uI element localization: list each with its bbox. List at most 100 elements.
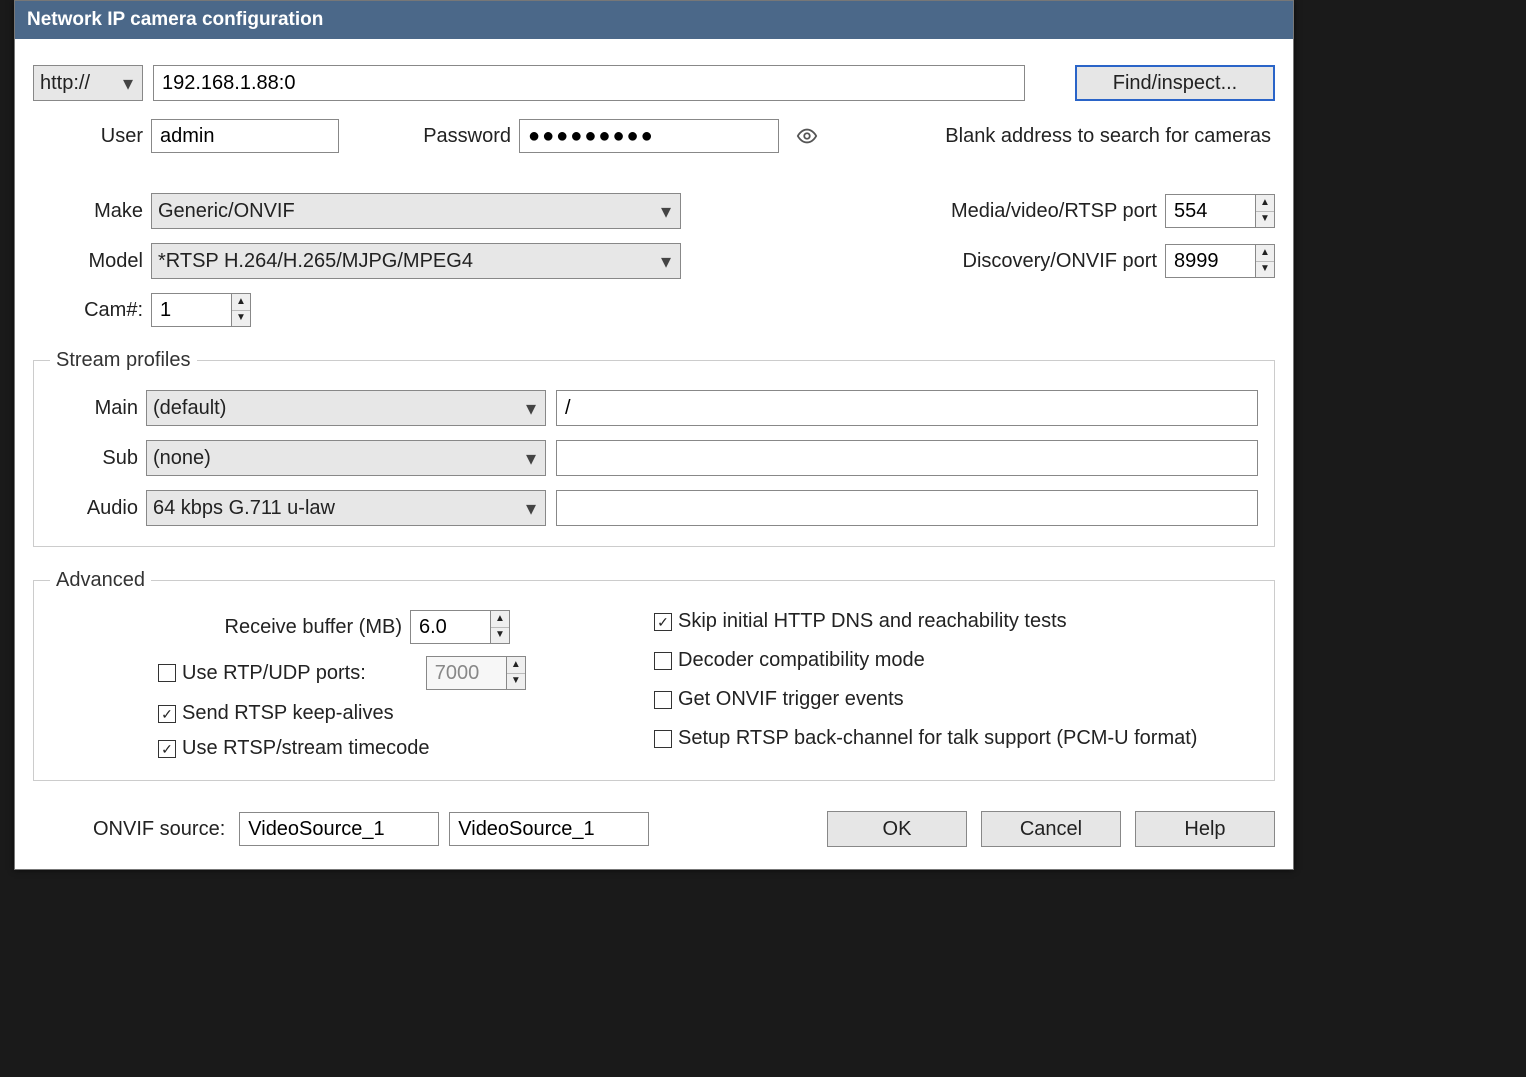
keep-alive-checkbox[interactable]: ✓ <box>158 705 176 723</box>
spin-up-icon[interactable]: ▲ <box>1256 195 1274 212</box>
stream-audio-label: Audio <box>50 497 146 520</box>
rtp-udp-spinner[interactable]: ▲▼ <box>426 656 526 690</box>
decoder-compat-row: Decoder compatibility mode <box>654 649 1258 672</box>
stream-sub-label: Sub <box>50 447 146 470</box>
spin-buttons[interactable]: ▲▼ <box>231 293 251 327</box>
model-label: Model <box>33 250 151 273</box>
rtp-udp-row: Use RTP/UDP ports: ▲▼ <box>50 656 654 690</box>
model-select[interactable]: *RTSP H.264/H.265/MJPG/MPEG4 ▾ <box>151 243 681 279</box>
recv-buffer-label: Receive buffer (MB) <box>50 616 410 639</box>
cancel-label: Cancel <box>1020 818 1082 841</box>
help-button[interactable]: Help <box>1135 811 1275 847</box>
find-inspect-button[interactable]: Find/inspect... <box>1075 65 1275 101</box>
onvif-trigger-label: Get ONVIF trigger events <box>678 688 904 711</box>
recv-buffer-row: Receive buffer (MB) ▲▼ <box>50 610 654 644</box>
skip-dns-checkbox[interactable]: ✓ <box>654 613 672 631</box>
stream-audio-value: 64 kbps G.711 u-law <box>153 497 335 520</box>
rtp-udp-input[interactable] <box>426 656 506 690</box>
spin-down-icon[interactable]: ▼ <box>507 674 525 690</box>
user-label: User <box>33 125 151 148</box>
chevron-down-icon: ▾ <box>521 396 541 421</box>
cam-spinner[interactable]: ▲▼ <box>151 293 251 327</box>
eye-icon[interactable] <box>793 122 821 150</box>
spin-down-icon[interactable]: ▼ <box>1256 262 1274 278</box>
onvif-port-spinner[interactable]: ▲▼ <box>1165 244 1275 278</box>
stream-audio-path-input[interactable] <box>556 490 1258 526</box>
user-input[interactable] <box>151 119 339 153</box>
onvif-trigger-row: Get ONVIF trigger events <box>654 688 1258 711</box>
recv-buffer-input[interactable] <box>410 610 490 644</box>
model-value: *RTSP H.264/H.265/MJPG/MPEG4 <box>158 250 473 273</box>
spin-buttons[interactable]: ▲▼ <box>1255 244 1275 278</box>
spin-up-icon[interactable]: ▲ <box>232 294 250 311</box>
client-area: http:// ▾ Find/inspect... User Password … <box>15 39 1293 869</box>
make-select[interactable]: Generic/ONVIF ▾ <box>151 193 681 229</box>
spin-buttons[interactable]: ▲▼ <box>490 610 510 644</box>
window-title: Network IP camera configuration <box>27 9 323 31</box>
help-label: Help <box>1184 818 1225 841</box>
keep-alive-row: ✓ Send RTSP keep-alives <box>50 702 654 725</box>
onvif-trigger-checkbox[interactable] <box>654 691 672 709</box>
rtp-udp-checkbox[interactable] <box>158 664 176 682</box>
onvif-port-label: Discovery/ONVIF port <box>963 250 1165 273</box>
timecode-label: Use RTSP/stream timecode <box>182 737 430 760</box>
cam-label: Cam#: <box>33 299 151 322</box>
onvif-source-label: ONVIF source: <box>93 818 233 841</box>
stream-profiles-group: Stream profiles Main (default) ▾ Sub (no… <box>33 349 1275 547</box>
spin-up-icon[interactable]: ▲ <box>507 657 525 674</box>
stream-main-row: Main (default) ▾ <box>50 390 1258 426</box>
password-input[interactable] <box>519 119 779 153</box>
timecode-row: ✓ Use RTSP/stream timecode <box>50 737 654 760</box>
model-row: Model *RTSP H.264/H.265/MJPG/MPEG4 ▾ Dis… <box>33 243 1275 279</box>
chevron-down-icon: ▾ <box>656 199 676 224</box>
stream-main-path-input[interactable] <box>556 390 1258 426</box>
backchannel-checkbox[interactable] <box>654 730 672 748</box>
cancel-button[interactable]: Cancel <box>981 811 1121 847</box>
ok-label: OK <box>883 818 912 841</box>
make-value: Generic/ONVIF <box>158 200 295 223</box>
rtsp-port-spinner[interactable]: ▲▼ <box>1165 194 1275 228</box>
timecode-checkbox[interactable]: ✓ <box>158 740 176 758</box>
backchannel-row: Setup RTSP back-channel for talk support… <box>654 727 1258 750</box>
protocol-value: http:// <box>40 72 90 95</box>
make-row: Make Generic/ONVIF ▾ Media/video/RTSP po… <box>33 193 1275 229</box>
cam-input[interactable] <box>151 293 231 327</box>
chevron-down-icon: ▾ <box>521 496 541 521</box>
spin-buttons[interactable]: ▲▼ <box>506 656 526 690</box>
spin-buttons[interactable]: ▲▼ <box>1255 194 1275 228</box>
rtp-udp-label: Use RTP/UDP ports: <box>182 662 366 685</box>
stream-sub-row: Sub (none) ▾ <box>50 440 1258 476</box>
make-label: Make <box>33 200 151 223</box>
recv-buffer-spinner[interactable]: ▲▼ <box>410 610 510 644</box>
onvif-source-input-a[interactable] <box>239 812 439 846</box>
spin-up-icon[interactable]: ▲ <box>1256 245 1274 262</box>
stream-sub-select[interactable]: (none) ▾ <box>146 440 546 476</box>
address-input[interactable] <box>153 65 1025 101</box>
onvif-source-input-b[interactable] <box>449 812 649 846</box>
protocol-select[interactable]: http:// ▾ <box>33 65 143 101</box>
stream-sub-path-input[interactable] <box>556 440 1258 476</box>
spin-down-icon[interactable]: ▼ <box>491 628 509 644</box>
decoder-compat-label: Decoder compatibility mode <box>678 649 925 672</box>
footer-row: ONVIF source: OK Cancel Help <box>33 811 1275 847</box>
spin-up-icon[interactable]: ▲ <box>491 611 509 628</box>
spin-down-icon[interactable]: ▼ <box>232 311 250 327</box>
stream-audio-select[interactable]: 64 kbps G.711 u-law ▾ <box>146 490 546 526</box>
password-label: Password <box>339 125 519 148</box>
cam-row: Cam#: ▲▼ <box>33 293 1275 327</box>
ok-button[interactable]: OK <box>827 811 967 847</box>
find-inspect-label: Find/inspect... <box>1113 72 1238 95</box>
onvif-port-input[interactable] <box>1165 244 1255 278</box>
rtsp-port-input[interactable] <box>1165 194 1255 228</box>
decoder-compat-checkbox[interactable] <box>654 652 672 670</box>
spin-down-icon[interactable]: ▼ <box>1256 212 1274 228</box>
address-row: http:// ▾ Find/inspect... <box>33 65 1275 101</box>
stream-main-select[interactable]: (default) ▾ <box>146 390 546 426</box>
chevron-down-icon: ▾ <box>521 446 541 471</box>
dialog-window: Network IP camera configuration http:// … <box>14 0 1294 870</box>
chevron-down-icon: ▾ <box>656 249 676 274</box>
advanced-group: Advanced Receive buffer (MB) ▲▼ Use <box>33 569 1275 781</box>
backchannel-label: Setup RTSP back-channel for talk support… <box>678 727 1197 750</box>
rtsp-port-label: Media/video/RTSP port <box>951 200 1165 223</box>
blank-address-note: Blank address to search for cameras <box>945 125 1271 148</box>
